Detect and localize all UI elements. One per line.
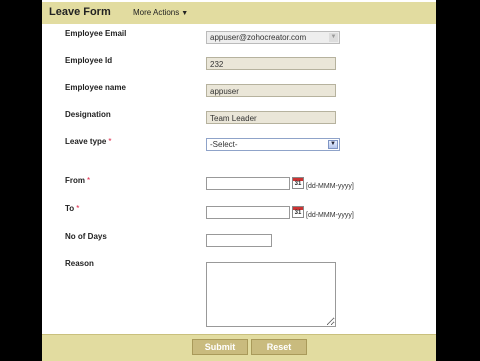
required-marker: * — [76, 204, 80, 213]
more-actions-label: More Actions — [133, 8, 180, 17]
calendar-day: 31 — [294, 181, 302, 187]
from-date-format-hint: [dd-MMM-yyyy] — [306, 183, 354, 190]
submit-button[interactable]: Submit — [192, 339, 248, 355]
required-marker: * — [108, 137, 112, 146]
reason-label: Reason — [65, 259, 94, 268]
chevron-down-icon: ▼ — [328, 140, 338, 149]
employee-email-label: Employee Email — [65, 29, 127, 38]
form-header: Leave Form More Actions ▼ — [42, 2, 436, 25]
chevron-down-icon: ▼ — [181, 10, 189, 17]
form-title: Leave Form — [49, 6, 111, 18]
designation-field: Team Leader — [206, 111, 336, 124]
employee-name-label: Employee name — [65, 83, 126, 92]
chevron-down-icon: ▼ — [329, 33, 338, 42]
no-of-days-label: No of Days — [65, 232, 107, 241]
calendar-icon[interactable]: 31 — [292, 177, 304, 189]
employee-email-field: appuser@zohocreator.com ▼ — [206, 31, 340, 44]
leave-type-label-text: Leave type — [65, 137, 107, 146]
calendar-day: 31 — [294, 210, 302, 216]
from-date-input[interactable] — [206, 177, 290, 190]
calendar-icon[interactable]: 31 — [292, 206, 304, 218]
from-label-text: From — [65, 176, 85, 185]
form-body: Employee Email appuser@zohocreator.com ▼… — [42, 24, 436, 334]
employee-name-field: appuser — [206, 84, 336, 97]
leave-type-label: Leave type * — [65, 137, 111, 146]
employee-id-label: Employee Id — [65, 56, 113, 65]
leave-type-select[interactable]: -Select- ▼ — [206, 138, 340, 151]
no-of-days-input[interactable] — [206, 234, 272, 247]
designation-label: Designation — [65, 110, 111, 119]
reset-button[interactable]: Reset — [251, 339, 307, 355]
employee-id-field: 232 — [206, 57, 336, 70]
leave-type-value: -Select- — [210, 140, 238, 149]
to-date-format-hint: [dd-MMM-yyyy] — [306, 212, 354, 219]
more-actions-menu[interactable]: More Actions ▼ — [133, 8, 188, 17]
to-label: To * — [65, 204, 79, 213]
to-date-input[interactable] — [206, 206, 290, 219]
reason-textarea[interactable] — [206, 262, 336, 327]
required-marker: * — [87, 176, 91, 185]
leave-form-window: Leave Form More Actions ▼ Employee Email … — [42, 0, 436, 361]
to-label-text: To — [65, 204, 75, 213]
from-label: From * — [65, 176, 90, 185]
employee-email-value: appuser@zohocreator.com — [210, 33, 307, 42]
form-footer: Submit Reset — [42, 334, 436, 361]
